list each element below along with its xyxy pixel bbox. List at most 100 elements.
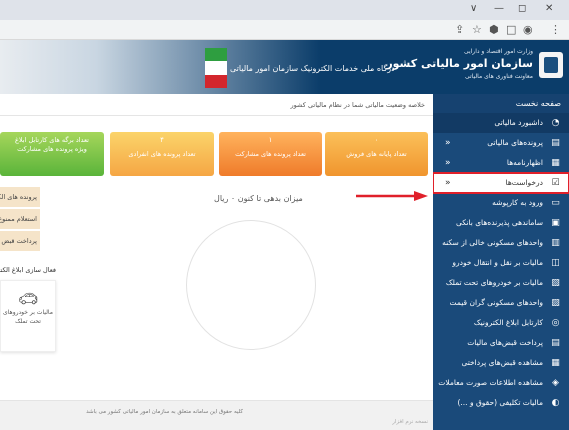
- sidebar-item-checklist[interactable]: ☑ درخواست‌ها «: [432, 172, 569, 194]
- browser-toolbar: ⇪ ☆ ⬢ □ ◉ ⋮: [0, 20, 569, 40]
- footer-copyright: کلیه حقوق این سامانه متعلق به سازمان امو…: [86, 409, 243, 415]
- car-icon: 🚗︎: [17, 289, 39, 308]
- sidebar-item-salary-tax[interactable]: ◐ مالیات تکلیفی (حقوق و ...): [433, 393, 569, 413]
- browser-title-bar: ∨ — ◻ ✕: [0, 0, 569, 20]
- debt-summary: میزان بدهی تا کنون ۰ ریال: [214, 194, 303, 203]
- card-value: ۴: [160, 136, 164, 144]
- tab-icon[interactable]: □: [506, 23, 516, 36]
- sidebar-item-label: مالیات تکلیفی (حقوق و ...): [457, 398, 543, 407]
- iran-flag-icon: [205, 48, 227, 88]
- activate-e-notification[interactable]: فعال سازی ابلاغ الکترونیک: [0, 266, 56, 274]
- sidebar-item-car[interactable]: ◫ مالیات بر نقل و انتقال خودرو: [433, 253, 569, 273]
- expand-chevron-icon[interactable]: «: [445, 173, 451, 193]
- chevron-down-icon[interactable]: ∨: [470, 3, 477, 14]
- house-icon: ▨: [551, 298, 560, 308]
- sidebar-item-label: مشاهده اطلاعات صورت معاملات: [438, 378, 543, 387]
- card-sales-terminals[interactable]: ۰ تعداد پایانه های فروش: [325, 132, 428, 176]
- sidebar-item-label: ساماندهی پذیرنده‌های بانکی: [455, 218, 543, 227]
- car-icon: ◫: [551, 258, 560, 268]
- sidebar-item-folder[interactable]: ▤ پرونده‌های مالیاتی «: [433, 133, 569, 153]
- sidebar-item-building[interactable]: ▥ واحدهای مسکونی خالی از سکنه: [433, 233, 569, 253]
- sidebar-item-house[interactable]: ▨ واحدهای مسکونی گران قیمت: [433, 293, 569, 313]
- sidebar-item-label: درخواست‌ها: [505, 178, 543, 187]
- site-logo[interactable]: وزارت امور اقتصاد و دارایی سازمان امور م…: [386, 46, 563, 88]
- sidebar-item-transactions[interactable]: ◈ مشاهده اطلاعات صورت معاملات: [433, 373, 569, 393]
- sidebar-item-payment[interactable]: ▤ پرداخت قبض‌های مالیات: [433, 333, 569, 353]
- sidebar-item-label: کارتابل ابلاغ الکترونیک: [473, 318, 543, 327]
- card-value: ۰: [374, 136, 379, 144]
- document-icon: ▦: [551, 158, 560, 168]
- dashboard-icon: ◔: [551, 118, 560, 128]
- vehicle-icon: ▧: [551, 278, 560, 288]
- quick-link-electronic-files[interactable]: پرونده های الکترو: [0, 187, 40, 207]
- card-individual-files[interactable]: ۴ تعداد پرونده های انفرادی: [110, 132, 214, 176]
- card-label: تعداد پایانه های فروش: [346, 150, 407, 158]
- sidebar-item-dashboard[interactable]: ◔ داشبورد مالیاتی: [433, 113, 569, 133]
- building-icon: ▥: [551, 238, 560, 248]
- site-header: درگاه ملی خدمات الکترونیک سازمان امور ما…: [0, 40, 569, 94]
- card-label: تعداد پرونده های انفرادی: [128, 150, 196, 158]
- star-icon[interactable]: ☆: [472, 23, 482, 36]
- expand-chevron-icon[interactable]: «: [445, 133, 451, 153]
- close-icon[interactable]: ✕: [545, 3, 553, 14]
- sidebar-item-label: مالیات بر خودروهای تحت تملک: [445, 278, 543, 287]
- sidebar-item-label: ورود به کارپوشه: [492, 198, 543, 207]
- bank-icon: ▣: [551, 218, 560, 228]
- receipt-icon: ▦: [551, 358, 560, 368]
- sidebar-item-label: مالیات بر نقل و انتقال خودرو: [452, 258, 543, 267]
- share-icon[interactable]: ⇪: [455, 23, 464, 36]
- card-label: تعداد پرونده های مشارکت: [235, 150, 306, 158]
- vehicle-tax-line-1: مالیات بر خودروهای: [3, 309, 53, 316]
- header-subtitle: درگاه ملی خدمات الکترونیک سازمان امور ما…: [230, 64, 395, 73]
- notification-icon: ◎: [551, 318, 560, 328]
- sidebar-item-label: پرداخت قبض‌های مالیات: [467, 338, 543, 347]
- sidebar-item-label: واحدهای مسکونی گران قیمت: [449, 298, 543, 307]
- quick-link-exit-ban-inquiry[interactable]: استعلام ممنوع الخ: [0, 209, 40, 229]
- footer-version: نسخه نرم افزار: [392, 419, 428, 425]
- sidebar-item-receipt[interactable]: ▦ مشاهده قبض‌های پرداختی: [433, 353, 569, 373]
- sidebar-item-label: پرونده‌های مالیاتی: [487, 138, 543, 147]
- sidebar-item-label: واحدهای مسکونی خالی از سکنه: [442, 238, 543, 247]
- summary-cards: ۰ تعداد پایانه های فروش ۱ تعداد پرونده ه…: [0, 132, 433, 178]
- profile-icon[interactable]: ◉: [523, 23, 533, 36]
- quick-links: پرونده های الکترو استعلام ممنوع الخ پردا…: [0, 187, 40, 253]
- quick-link-pay-bills[interactable]: پرداخت قبض های: [0, 231, 40, 251]
- footer: کلیه حقوق این سامانه متعلق به سازمان امو…: [0, 400, 433, 430]
- folder-icon: ▤: [551, 138, 560, 148]
- debt-chart: [186, 220, 316, 350]
- sidebar-home-link[interactable]: صفحه نخست: [433, 94, 569, 113]
- sidebar-item-label: داشبورد مالیاتی: [494, 118, 543, 127]
- vehicle-tax-line-2: تحت تملک: [15, 318, 41, 325]
- salary-tax-icon: ◐: [551, 398, 560, 408]
- payment-icon: ▤: [551, 338, 560, 348]
- expand-chevron-icon[interactable]: «: [445, 153, 451, 173]
- card-notification-sheets[interactable]: تعداد برگه های کارتابل ابلاغ ویژه پرونده…: [0, 132, 104, 176]
- checklist-icon: ☑: [551, 178, 560, 188]
- minimize-icon[interactable]: —: [494, 3, 504, 14]
- extension-icon[interactable]: ⬢: [489, 23, 499, 36]
- logo-line-2: سازمان امور مالیاتی کشور: [386, 57, 533, 70]
- sidebar-item-vehicle[interactable]: ▧ مالیات بر خودروهای تحت تملک: [433, 273, 569, 293]
- vehicle-tax-card[interactable]: 🚗︎ مالیات بر خودروهای تحت تملک: [0, 280, 56, 352]
- inbox-icon: ▭: [551, 198, 560, 208]
- sidebar-item-inbox[interactable]: ▭ ورود به کارپوشه: [433, 193, 569, 213]
- logo-line-3: معاونت فناوری های مالیاتی: [465, 73, 533, 80]
- emblem-icon: [539, 52, 563, 78]
- sidebar-item-label: اظهارنامه‌ها: [506, 158, 543, 167]
- logo-line-1: وزارت امور اقتصاد و دارایی: [463, 48, 533, 55]
- sidebar-item-bank[interactable]: ▣ ساماندهی پذیرنده‌های بانکی: [433, 213, 569, 233]
- breadcrumb: خلاصه وضعیت مالیاتی شما در نظام مالیاتی …: [0, 94, 433, 116]
- card-label-2: ویژه پرونده های مشارکت: [17, 145, 87, 153]
- sidebar-item-label: مشاهده قبض‌های پرداختی: [461, 358, 543, 367]
- card-value: ۱: [268, 136, 273, 144]
- annotation-arrow: [356, 191, 428, 201]
- sidebar: صفحه نخست ◔ داشبورد مالیاتی ▤ پرونده‌های ما…: [432, 94, 569, 430]
- transactions-icon: ◈: [552, 378, 559, 388]
- maximize-icon[interactable]: ◻: [518, 3, 526, 14]
- card-partnership-files[interactable]: ۱ تعداد پرونده های مشارکت: [219, 132, 322, 176]
- main-content: خلاصه وضعیت مالیاتی شما در نظام مالیاتی …: [0, 94, 433, 430]
- sidebar-item-notification[interactable]: ◎ کارتابل ابلاغ الکترونیک: [433, 313, 569, 333]
- card-label: تعداد برگه های کارتابل ابلاغ: [15, 136, 89, 144]
- menu-icon[interactable]: ⋮: [550, 23, 561, 36]
- sidebar-item-document[interactable]: ▦ اظهارنامه‌ها «: [433, 153, 569, 173]
